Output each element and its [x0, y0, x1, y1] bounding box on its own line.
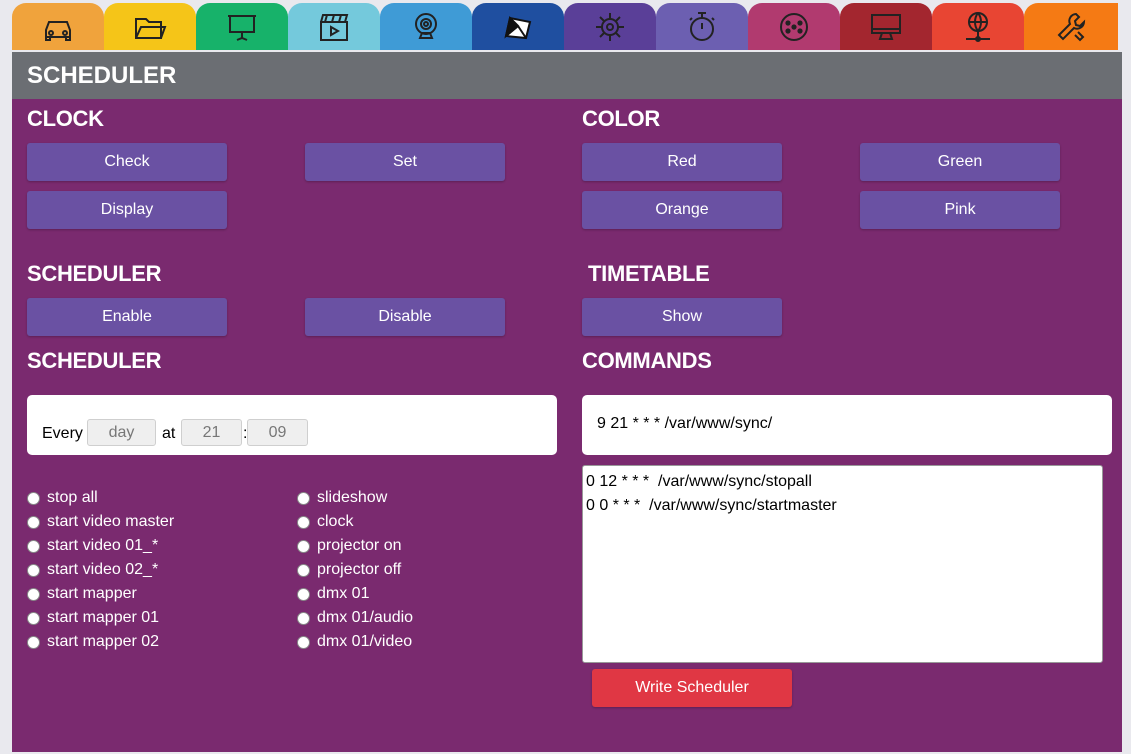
- scheduler-enable-button[interactable]: Enable: [27, 298, 227, 336]
- action-radio-option[interactable]: start mapper 01: [27, 609, 159, 627]
- tab-hardware[interactable]: [564, 3, 656, 50]
- tab-scheduler[interactable]: [656, 3, 748, 50]
- clapperboard-icon: [320, 13, 349, 41]
- radio-button[interactable]: [297, 611, 310, 625]
- command-preview-box: 9 21 * * * /var/www/sync/: [582, 395, 1112, 455]
- radio-button[interactable]: [297, 515, 310, 529]
- hour-input[interactable]: 21: [181, 419, 242, 446]
- clock-set-button[interactable]: Set: [305, 143, 505, 181]
- radio-label: start video 02_*: [47, 561, 159, 578]
- webcam-icon: [415, 12, 437, 39]
- tab-dmx[interactable]: [748, 3, 840, 50]
- timetable-show-button[interactable]: Show: [582, 298, 782, 336]
- radio-button[interactable]: [297, 635, 310, 649]
- radio-button[interactable]: [27, 515, 40, 529]
- radio-label: stop all: [47, 489, 98, 506]
- write-scheduler-button[interactable]: Write Scheduler: [592, 669, 792, 707]
- action-radio-option[interactable]: start mapper: [27, 585, 137, 603]
- radio-button[interactable]: [27, 611, 40, 625]
- radio-label: start video 01_*: [47, 537, 159, 554]
- radio-button[interactable]: [27, 491, 40, 505]
- action-radio-option[interactable]: projector off: [297, 561, 401, 579]
- tab-car[interactable]: [12, 3, 104, 50]
- dmx-connector-icon: [780, 12, 808, 41]
- projector-screen-icon: [228, 14, 256, 41]
- folder-icon: [135, 17, 167, 39]
- radio-label: clock: [317, 513, 354, 530]
- radio-label: projector off: [317, 561, 402, 578]
- scheduler-disable-button[interactable]: Disable: [305, 298, 505, 336]
- radio-label: dmx 01/video: [317, 633, 413, 650]
- scheduler-panel: SCHEDULER CLOCK Check Set Display COLOR …: [12, 52, 1122, 752]
- action-radio-option[interactable]: start video 02_*: [27, 561, 158, 579]
- tab-projector-screen[interactable]: [196, 3, 288, 50]
- color-orange-button[interactable]: Orange: [582, 191, 782, 229]
- tab-display[interactable]: [840, 3, 932, 50]
- radio-button[interactable]: [297, 539, 310, 553]
- radio-label: start mapper: [47, 585, 137, 602]
- radio-button[interactable]: [27, 539, 40, 553]
- tab-webcam[interactable]: [380, 3, 472, 50]
- action-radio-option[interactable]: clock: [297, 513, 353, 531]
- action-radio-option[interactable]: start mapper 02: [27, 633, 159, 651]
- radio-label: start mapper 02: [47, 633, 160, 650]
- monitor-icon: [871, 13, 901, 40]
- commands-heading: COMMANDS: [582, 348, 712, 373]
- action-radio-option[interactable]: slideshow: [297, 489, 387, 507]
- tab-video[interactable]: [288, 3, 380, 50]
- radio-button[interactable]: [27, 587, 40, 601]
- action-radio-option[interactable]: dmx 01: [297, 585, 369, 603]
- wrench-icon: [1057, 12, 1086, 41]
- color-red-button[interactable]: Red: [582, 143, 782, 181]
- color-pink-button[interactable]: Pink: [860, 191, 1060, 229]
- radio-button[interactable]: [297, 587, 310, 601]
- radio-label: start video master: [47, 513, 175, 530]
- radio-button[interactable]: [297, 491, 310, 505]
- action-radio-option[interactable]: projector on: [297, 537, 402, 555]
- clock-display-button[interactable]: Display: [27, 191, 227, 229]
- clock-heading: CLOCK: [27, 106, 104, 131]
- scheduler-toggle-heading: SCHEDULER: [27, 261, 162, 286]
- radio-button[interactable]: [297, 563, 310, 577]
- tab-network[interactable]: [932, 3, 1024, 50]
- action-radio-option[interactable]: start video master: [27, 513, 174, 531]
- top-tab-bar: [12, 3, 1122, 50]
- scheduler-form-heading: SCHEDULER: [27, 348, 162, 373]
- network-globe-icon: [966, 11, 990, 42]
- command-preview-text: 9 21 * * * /var/www/sync/: [597, 415, 773, 432]
- day-input[interactable]: day: [87, 419, 156, 446]
- mapping-icon: [504, 15, 532, 39]
- color-heading: COLOR: [582, 106, 660, 131]
- radio-button[interactable]: [27, 563, 40, 577]
- action-radio-option[interactable]: start video 01_*: [27, 537, 158, 555]
- page-title-bar: SCHEDULER: [12, 52, 1122, 99]
- action-radio-option[interactable]: stop all: [27, 489, 98, 507]
- radio-label: slideshow: [317, 489, 388, 506]
- clock-check-button[interactable]: Check: [27, 143, 227, 181]
- chip-icon: [596, 12, 624, 41]
- radio-label: start mapper 01: [47, 609, 160, 626]
- action-radio-option[interactable]: dmx 01/video: [297, 633, 412, 651]
- stopwatch-icon: [689, 11, 715, 41]
- action-radio-option[interactable]: dmx 01/audio: [297, 609, 413, 627]
- commands-textarea[interactable]: 0 12 * * * /var/www/sync/stopall 0 0 * *…: [582, 465, 1103, 663]
- radio-button[interactable]: [27, 635, 40, 649]
- radio-label: projector on: [317, 537, 402, 554]
- schedule-time-box: Every day at 21 : 09: [27, 395, 557, 455]
- tab-settings[interactable]: [1024, 3, 1118, 50]
- minute-input[interactable]: 09: [247, 419, 308, 446]
- radio-label: dmx 01: [317, 585, 370, 602]
- car-icon: [45, 20, 71, 41]
- every-label: Every: [42, 425, 83, 442]
- timetable-heading: TIMETABLE: [588, 261, 710, 286]
- color-green-button[interactable]: Green: [860, 143, 1060, 181]
- page-title: SCHEDULER: [27, 62, 177, 89]
- at-label: at: [162, 425, 176, 442]
- tab-files[interactable]: [104, 3, 196, 50]
- tab-mapping[interactable]: [472, 3, 564, 50]
- radio-label: dmx 01/audio: [317, 609, 414, 626]
